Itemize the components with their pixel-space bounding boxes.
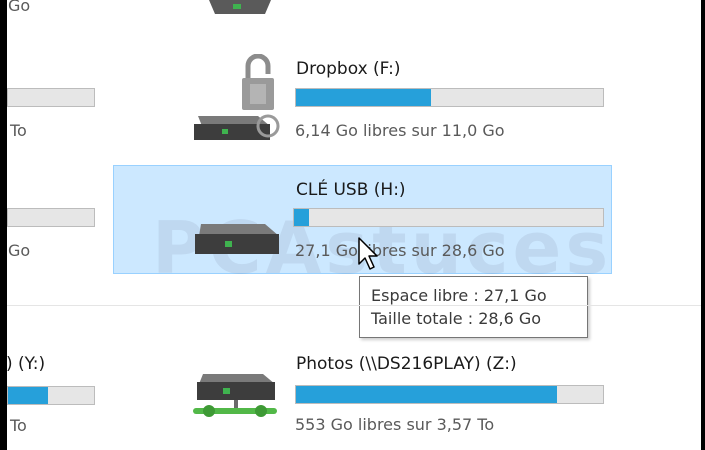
drive-usage-bar-usb: [293, 208, 604, 227]
window-left-edge: [0, 0, 7, 450]
left-drive-1-bar: [7, 88, 95, 107]
tooltip-free-space: Espace libre : 27,1 Go: [371, 286, 547, 305]
left-drive-1-size: To: [10, 121, 27, 140]
drive-name-dropbox: Dropbox (F:): [296, 59, 401, 79]
left-drive-3-size: To: [10, 416, 27, 435]
drive-space-usb: 27,1 Go libres sur 28,6 Go: [295, 241, 505, 260]
drive-icon-partial: [209, 0, 271, 14]
left-drive-3-name[interactable]: ) (Y:): [6, 354, 45, 374]
usb-drive-icon: [195, 224, 279, 254]
section-divider: [7, 305, 701, 306]
locked-drive-icon: [194, 54, 280, 140]
drive-space-dropbox: 6,14 Go libres sur 11,0 Go: [295, 121, 505, 140]
left-drive-3-bar: [7, 386, 95, 405]
drive-usage-bar-dropbox: [295, 88, 604, 107]
tooltip-total-size: Taille totale : 28,6 Go: [371, 309, 542, 328]
mouse-cursor-icon: [358, 237, 378, 270]
drive-usage-bar-photos: [295, 385, 604, 404]
drive-tooltip: Espace libre : 27,1 Go Taille totale : 2…: [359, 276, 588, 338]
drive-space-photos: 553 Go libres sur 3,57 To: [295, 415, 495, 434]
window-right-edge: [701, 0, 705, 450]
top-drive-size: Go: [8, 0, 31, 15]
drive-name-usb: CLÉ USB (H:): [296, 180, 406, 200]
left-drive-2-bar: [7, 208, 95, 227]
network-drive-icon: [193, 374, 277, 417]
left-drive-2-size: Go: [8, 241, 31, 260]
drive-name-photos: Photos (\\DS216PLAY) (Z:): [296, 354, 517, 374]
